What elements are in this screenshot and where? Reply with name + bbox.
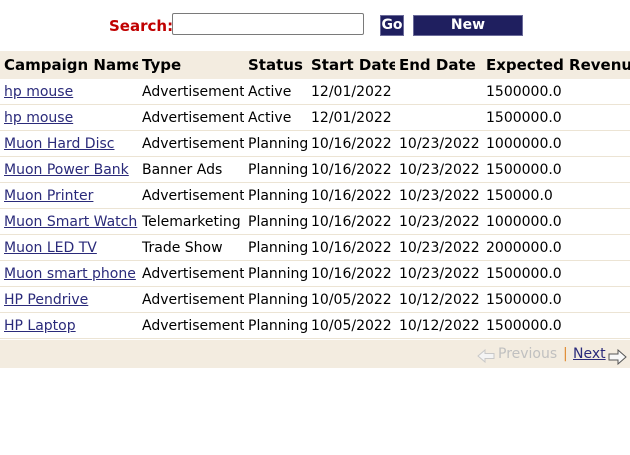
type-cell: Trade Show: [138, 234, 244, 261]
new-campaign-button[interactable]: New Campaign: [413, 15, 523, 52]
start-date-cell: 10/05/2022: [307, 312, 395, 339]
revenue-cell: 1500000.0: [482, 312, 630, 339]
end-date-cell: 10/23/2022: [395, 130, 482, 157]
revenue-cell: 1000000.0: [482, 130, 630, 157]
campaign-link[interactable]: HP Laptop: [4, 318, 76, 334]
search-bar: Search: Go New Campaign: [0, 12, 630, 52]
campaign-link[interactable]: Muon Power Bank: [4, 162, 129, 178]
type-cell: Advertisement: [138, 79, 244, 105]
campaign-link[interactable]: Muon LED TV: [4, 240, 97, 256]
end-date-cell: 10/12/2022: [395, 312, 482, 339]
start-date-cell: 10/16/2022: [307, 130, 395, 157]
campaign-link[interactable]: hp mouse: [4, 110, 73, 126]
campaign-link[interactable]: Muon Printer: [4, 188, 93, 204]
column-header[interactable]: Status: [244, 51, 307, 79]
campaign-name-cell: Muon Printer: [0, 182, 138, 209]
table-header-row: Campaign Name Type Status Start Date End…: [0, 51, 630, 79]
revenue-cell: 1500000.0: [482, 260, 630, 287]
start-date-cell: 10/05/2022: [307, 286, 395, 313]
end-date-cell: 10/12/2022: [395, 286, 482, 313]
campaign-name-cell: hp mouse: [0, 104, 138, 131]
status-cell: Planning: [244, 234, 307, 261]
status-cell: Planning: [244, 182, 307, 209]
campaign-link[interactable]: Muon Smart Watch: [4, 214, 137, 230]
column-header[interactable]: Campaign Name: [0, 51, 138, 79]
search-label: Search:: [109, 17, 174, 35]
revenue-cell: 1500000.0: [482, 156, 630, 183]
campaign-name-cell: Muon LED TV: [0, 234, 138, 261]
campaign-name-cell: HP Pendrive: [0, 286, 138, 313]
table-row: HP Pendrive Advertisement Planning 10/05…: [0, 286, 630, 313]
table-row: Muon Hard Disc Advertisement Planning 10…: [0, 130, 630, 157]
type-cell: Advertisement: [138, 286, 244, 313]
table-row: Muon LED TV Trade Show Planning 10/16/20…: [0, 234, 630, 261]
campaign-link[interactable]: HP Pendrive: [4, 292, 88, 308]
start-date-cell: 12/01/2022: [307, 104, 395, 131]
revenue-cell: 150000.0: [482, 182, 630, 209]
end-date-cell: 10/23/2022: [395, 260, 482, 287]
column-header[interactable]: Type: [138, 51, 244, 79]
end-date-cell: [395, 79, 482, 105]
pager-separator: |: [563, 346, 568, 362]
start-date-cell: 10/16/2022: [307, 182, 395, 209]
column-header[interactable]: Expected Revenue: [482, 51, 630, 79]
start-date-cell: 12/01/2022: [307, 79, 395, 105]
status-cell: Planning: [244, 156, 307, 183]
type-cell: Advertisement: [138, 104, 244, 131]
status-cell: Planning: [244, 130, 307, 157]
revenue-cell: 2000000.0: [482, 234, 630, 261]
status-cell: Planning: [244, 208, 307, 235]
next-link[interactable]: Next: [573, 346, 606, 362]
campaign-link[interactable]: hp mouse: [4, 84, 73, 100]
status-cell: Planning: [244, 286, 307, 313]
column-header[interactable]: End Date: [395, 51, 482, 79]
campaign-name-cell: HP Laptop: [0, 312, 138, 339]
end-date-cell: 10/23/2022: [395, 182, 482, 209]
type-cell: Banner Ads: [138, 156, 244, 183]
start-date-cell: 10/16/2022: [307, 156, 395, 183]
end-date-cell: [395, 104, 482, 131]
table-row: Muon Smart Watch Telemarketing Planning …: [0, 208, 630, 235]
start-date-cell: 10/16/2022: [307, 208, 395, 235]
table-row: Muon Power Bank Banner Ads Planning 10/1…: [0, 156, 630, 183]
column-header[interactable]: Start Date: [307, 51, 395, 79]
campaign-table: Campaign Name Type Status Start Date End…: [0, 51, 630, 339]
revenue-cell: 1500000.0: [482, 79, 630, 105]
type-cell: Advertisement: [138, 260, 244, 287]
campaign-link[interactable]: Muon Hard Disc: [4, 136, 114, 152]
revenue-cell: 1000000.0: [482, 208, 630, 235]
type-cell: Telemarketing: [138, 208, 244, 235]
status-cell: Planning: [244, 260, 307, 287]
go-button[interactable]: Go: [380, 15, 404, 36]
end-date-cell: 10/23/2022: [395, 208, 482, 235]
revenue-cell: 1500000.0: [482, 104, 630, 131]
end-date-cell: 10/23/2022: [395, 156, 482, 183]
revenue-cell: 1500000.0: [482, 286, 630, 313]
status-cell: Planning: [244, 312, 307, 339]
campaign-name-cell: hp mouse: [0, 79, 138, 105]
type-cell: Advertisement: [138, 182, 244, 209]
campaign-name-cell: Muon Smart Watch: [0, 208, 138, 235]
table-row: hp mouse Advertisement Active 12/01/2022…: [0, 104, 630, 131]
arrow-right-icon[interactable]: [608, 349, 627, 365]
arrow-left-icon: [477, 349, 495, 363]
campaign-link[interactable]: Muon smart phone: [4, 266, 136, 282]
start-date-cell: 10/16/2022: [307, 260, 395, 287]
status-cell: Active: [244, 79, 307, 105]
type-cell: Advertisement: [138, 130, 244, 157]
campaign-name-cell: Muon Hard Disc: [0, 130, 138, 157]
pagination-bar: Previous | Next: [0, 340, 630, 368]
table-row: HP Laptop Advertisement Planning 10/05/2…: [0, 312, 630, 339]
type-cell: Advertisement: [138, 312, 244, 339]
status-cell: Active: [244, 104, 307, 131]
search-input[interactable]: [172, 13, 364, 35]
campaign-name-cell: Muon Power Bank: [0, 156, 138, 183]
table-row: Muon smart phone Advertisement Planning …: [0, 260, 630, 287]
table-row: hp mouse Advertisement Active 12/01/2022…: [0, 79, 630, 105]
end-date-cell: 10/23/2022: [395, 234, 482, 261]
table-row: Muon Printer Advertisement Planning 10/1…: [0, 182, 630, 209]
start-date-cell: 10/16/2022: [307, 234, 395, 261]
previous-link[interactable]: Previous: [498, 346, 557, 362]
campaign-name-cell: Muon smart phone: [0, 260, 138, 287]
